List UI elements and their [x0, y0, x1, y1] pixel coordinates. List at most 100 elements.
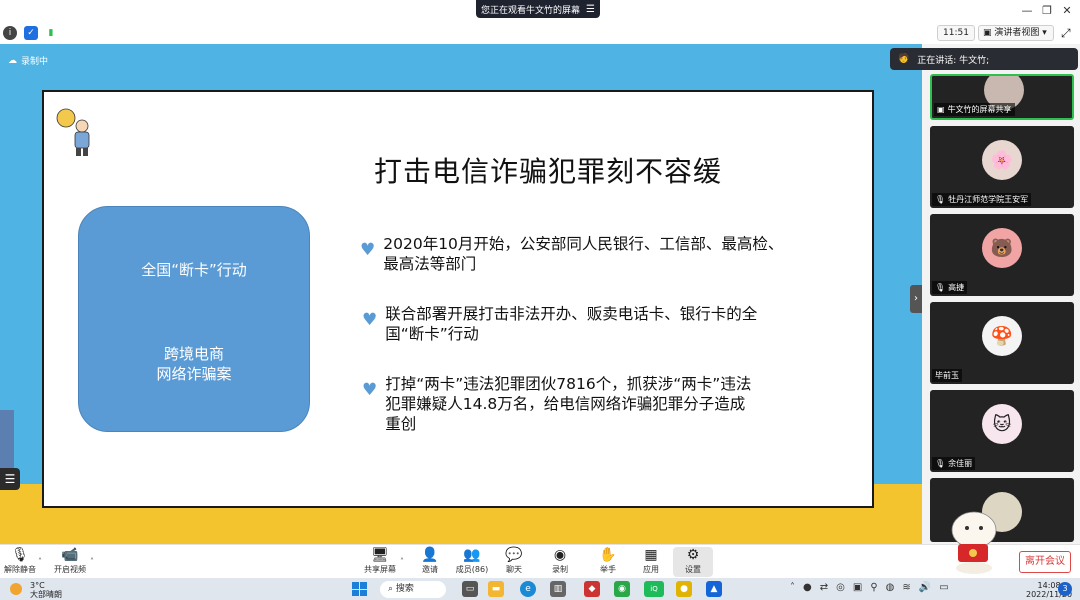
participant-tile[interactable]: 🍄 毕前玉 — [930, 302, 1074, 384]
meeting-timer: 11:51 — [937, 25, 975, 41]
add-user-icon: 👤 — [421, 547, 439, 563]
participant-name: 毕前玉 — [932, 369, 962, 382]
participant-name: ▣ 牛文竹的屏幕共享 — [934, 103, 1015, 116]
screen-share-title[interactable]: 您正在观看牛文竹的屏幕 ☰ — [476, 0, 600, 18]
shared-screen-stage: ☁ 录制中 打击电信诈骗犯罪刻不容缓 全国“断卡”行动 跨境电商 网络诈骗案 ♥… — [0, 44, 922, 544]
participant-tile[interactable]: ▣ 牛文竹的屏幕共享 — [930, 74, 1074, 120]
windows-taskbar: 3°C 大部晴朗 ⌕ 搜索 ▭ ▬ e ▥ ◆ ◉ iQ ● ▲ ˄ ● ⇄ ◎… — [0, 578, 1080, 600]
edge-icon[interactable]: e — [520, 581, 536, 597]
tray-app-icon[interactable]: ▣ — [853, 582, 862, 593]
raise-hand-button[interactable]: ✋ 举手 — [588, 547, 628, 575]
participant-tile[interactable]: 🐱 🎙 余佳丽 — [930, 390, 1074, 472]
bullet-line: 国“断卡”行动 — [385, 325, 479, 343]
iqiyi-icon[interactable]: iQ — [644, 581, 664, 597]
tray-app-icon[interactable]: ⇄ — [820, 582, 828, 593]
participant-name: 🎙 高捷 — [932, 281, 968, 294]
shield-icon[interactable]: ✓ — [24, 26, 38, 40]
background-house — [0, 410, 14, 470]
slide-title: 打击电信诈骗犯罪刻不容缓 — [374, 155, 723, 188]
heart-icon: ♥ — [362, 310, 378, 330]
gear-icon: ⚙ — [686, 547, 700, 563]
tencent-meeting-icon[interactable]: ▲ — [706, 581, 722, 597]
wifi-icon[interactable]: ≋ — [902, 582, 910, 593]
chevron-up-icon[interactable]: ˄ — [90, 557, 94, 566]
participant-name: 🎙 牡丹江师范学院王安军 — [932, 193, 1032, 206]
unmute-button[interactable]: 🎙 解除静音 — [0, 547, 40, 575]
share-screen-button[interactable]: 🖥 共享屏幕 — [360, 547, 400, 575]
speaker-avatar-icon: 🧑 — [898, 54, 910, 64]
invite-button[interactable]: 👤 邀请 — [410, 547, 450, 575]
participant-tile[interactable]: 🌸 🎙 牡丹江师范学院王安军 — [930, 126, 1074, 208]
signal-icon[interactable]: ▮ — [44, 26, 58, 40]
topic-box: 全国“断卡”行动 跨境电商 网络诈骗案 — [78, 206, 310, 432]
participant-tile[interactable]: 🐻 🎙 高捷 — [930, 214, 1074, 296]
restore-button[interactable]: ❐ — [1038, 3, 1056, 19]
list-icon[interactable]: ☰ — [0, 468, 20, 490]
file-explorer-icon[interactable]: ▬ — [488, 581, 504, 597]
chat-button[interactable]: 💬 聊天 — [494, 547, 534, 575]
window-titlebar: 您正在观看牛文竹的屏幕 ☰ — ❐ ✕ — [0, 0, 1080, 22]
mic-muted-icon: 🎙 — [935, 283, 946, 292]
tray-app-icon[interactable]: ◎ — [836, 582, 845, 593]
bullet-item: ♥ 联合部署开展打击非法开办、贩卖电话卡、银行卡的全 国“断卡”行动 — [362, 304, 822, 344]
heart-icon: ♥ — [362, 380, 378, 400]
avatar: 🌸 — [982, 140, 1022, 180]
recording-label: 录制中 — [21, 57, 49, 67]
record-icon: ◉ — [553, 547, 567, 563]
settings-button[interactable]: ⚙ 设置 — [673, 547, 713, 577]
minimize-button[interactable]: — — [1018, 3, 1036, 19]
members-icon: 👥 — [463, 547, 481, 563]
windows-start-icon[interactable] — [352, 582, 368, 596]
system-tray: ˄ ● ⇄ ◎ ▣ ⚲ ◍ ≋ 🔊 ▭ — [790, 582, 949, 593]
app-icon[interactable]: ◆ — [584, 581, 600, 597]
bullet-line: 联合部署开展打击非法开办、贩卖电话卡、银行卡的全 — [385, 305, 758, 323]
speaking-indicator: 🧑 正在讲话: 牛文竹; — [890, 48, 1078, 70]
bullet-line: 犯罪嫌疑人14.8万名，给电信网络诈骗犯罪分子造成 — [385, 395, 746, 413]
apps-button[interactable]: ▦ 应用 — [631, 547, 671, 575]
bullet-line: 打掉“两卡”违法犯罪团伙7816个，抓获涉“两卡”违法 — [385, 375, 752, 393]
hand-icon: ✋ — [599, 547, 617, 563]
chevron-up-icon[interactable]: ˄ — [790, 582, 795, 593]
app-icon[interactable]: ▥ — [550, 581, 566, 597]
sun-icon — [10, 583, 22, 595]
apps-icon: ▦ — [644, 547, 658, 563]
wechat-icon[interactable]: ◉ — [614, 581, 630, 597]
cloud-icon: ☁ — [8, 55, 17, 66]
share-screen-icon: ▣ — [937, 105, 945, 114]
tray-app-icon[interactable]: ◍ — [886, 582, 895, 593]
title-text: 您正在观看牛文竹的屏幕 — [481, 5, 581, 16]
view-mode-dropdown[interactable]: ▣ 演讲者视图 ▾ — [978, 25, 1054, 41]
mic-muted-icon: 🎙 — [935, 195, 946, 204]
mic-muted-icon: 🎙 — [11, 547, 29, 563]
chevron-up-icon[interactable]: ˄ — [38, 557, 42, 566]
topic-label-ecommerce: 跨境电商 — [163, 345, 224, 363]
weather-widget[interactable]: 3°C 大部晴朗 — [10, 581, 62, 599]
avatar: 🐱 — [982, 404, 1022, 444]
close-button[interactable]: ✕ — [1058, 3, 1076, 19]
fullscreen-icon[interactable]: ⤢ — [1061, 26, 1071, 41]
view-mode-label: 演讲者视图 — [994, 28, 1040, 38]
info-icon[interactable]: i — [3, 26, 17, 40]
search-label: 搜索 — [395, 584, 414, 594]
task-view-icon[interactable]: ▭ — [462, 581, 478, 597]
bullet-line: 最高法等部门 — [383, 255, 477, 273]
meeting-toolbar: 🎙 解除静音 ˄ 📹 开启视频 ˄ 🖥 共享屏幕 ˄ 👤 邀请 👥 成员(86)… — [0, 544, 1080, 578]
taskbar-search[interactable]: ⌕ 搜索 — [380, 581, 446, 598]
chevron-right-icon[interactable]: › — [910, 285, 922, 313]
tray-app-icon[interactable]: ● — [803, 582, 812, 593]
recording-indicator: ☁ 录制中 — [8, 54, 49, 68]
start-video-button[interactable]: 📹 开启视频 — [50, 547, 90, 575]
leave-meeting-button[interactable]: 离开会议 — [1019, 551, 1071, 573]
participant-name: 🎙 余佳丽 — [932, 457, 976, 470]
battery-icon[interactable]: ▭ — [939, 582, 948, 593]
volume-icon[interactable]: 🔊 — [919, 582, 931, 593]
notification-badge[interactable]: 3 — [1058, 582, 1072, 596]
tray-app-icon[interactable]: ⚲ — [870, 582, 877, 593]
members-button[interactable]: 👥 成员(86) — [452, 547, 492, 575]
hamburger-icon[interactable]: ☰ — [586, 4, 595, 15]
app-icon[interactable]: ● — [676, 581, 692, 597]
record-button[interactable]: ◉ 录制 — [540, 547, 580, 575]
mic-muted-icon: 🎙 — [935, 459, 946, 468]
bullet-item: ♥ 打掉“两卡”违法犯罪团伙7816个，抓获涉“两卡”违法 犯罪嫌疑人14.8万… — [362, 374, 822, 434]
chevron-up-icon[interactable]: ˄ — [400, 557, 404, 566]
